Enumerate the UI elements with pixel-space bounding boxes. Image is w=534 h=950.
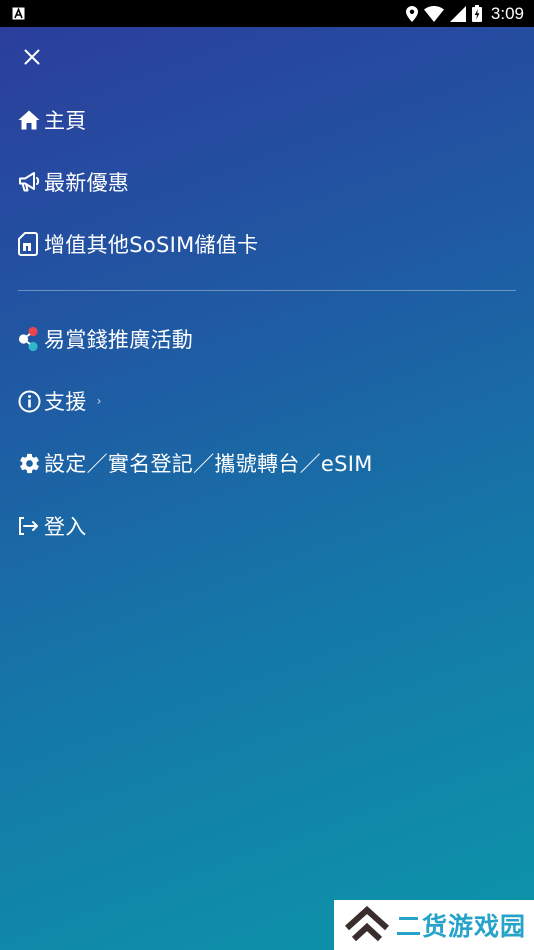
location-icon: [405, 5, 418, 22]
yuu-logo-icon: [18, 326, 44, 352]
close-icon: [24, 49, 40, 65]
menu-item-yuu-promotion[interactable]: 易賞錢推廣活動: [18, 319, 193, 359]
menu-item-label: 設定／實名登記／攜號轉台／eSIM: [44, 452, 373, 476]
menu-divider: [18, 290, 516, 291]
menu-item-label: 增值其他SoSIM儲值卡: [44, 233, 259, 257]
status-time: 3:09: [490, 3, 524, 23]
sim-card-icon: [18, 231, 44, 257]
login-icon: [18, 513, 44, 539]
home-icon: [18, 107, 44, 133]
menu-item-label: 登入: [44, 515, 87, 539]
menu-item-label: 主頁: [44, 109, 87, 133]
menu-item-latest-offers[interactable]: 最新優惠: [18, 162, 129, 202]
battery-icon: [471, 5, 482, 22]
wifi-icon: [423, 5, 444, 22]
notification-a-icon: [12, 7, 25, 20]
menu-item-login[interactable]: 登入: [18, 506, 87, 546]
status-left: [12, 7, 25, 20]
megaphone-icon: [18, 169, 44, 195]
signal-icon: [449, 5, 466, 22]
menu-item-support[interactable]: 支援 ›: [18, 381, 101, 421]
menu-item-label: 最新優惠: [44, 171, 130, 195]
close-button[interactable]: [17, 42, 47, 72]
watermark-text: 二货游戏园: [396, 912, 527, 941]
menu-item-settings[interactable]: 設定／實名登記／攜號轉台／eSIM: [18, 443, 373, 483]
status-bar: 3:09: [0, 0, 534, 27]
info-icon: [18, 388, 44, 414]
menu-item-home[interactable]: 主頁: [18, 100, 87, 140]
menu-item-label: 易賞錢推廣活動: [44, 328, 194, 352]
chevron-right-icon: ›: [96, 394, 102, 408]
watermark-logo-icon: [344, 906, 390, 942]
menu-item-label: 支援: [44, 390, 87, 414]
watermark: 二货游戏园: [334, 900, 534, 950]
menu-item-topup-sosim[interactable]: 增值其他SoSIM儲值卡: [18, 224, 258, 264]
status-right: 3:09: [405, 3, 524, 24]
gear-icon: [18, 450, 44, 476]
